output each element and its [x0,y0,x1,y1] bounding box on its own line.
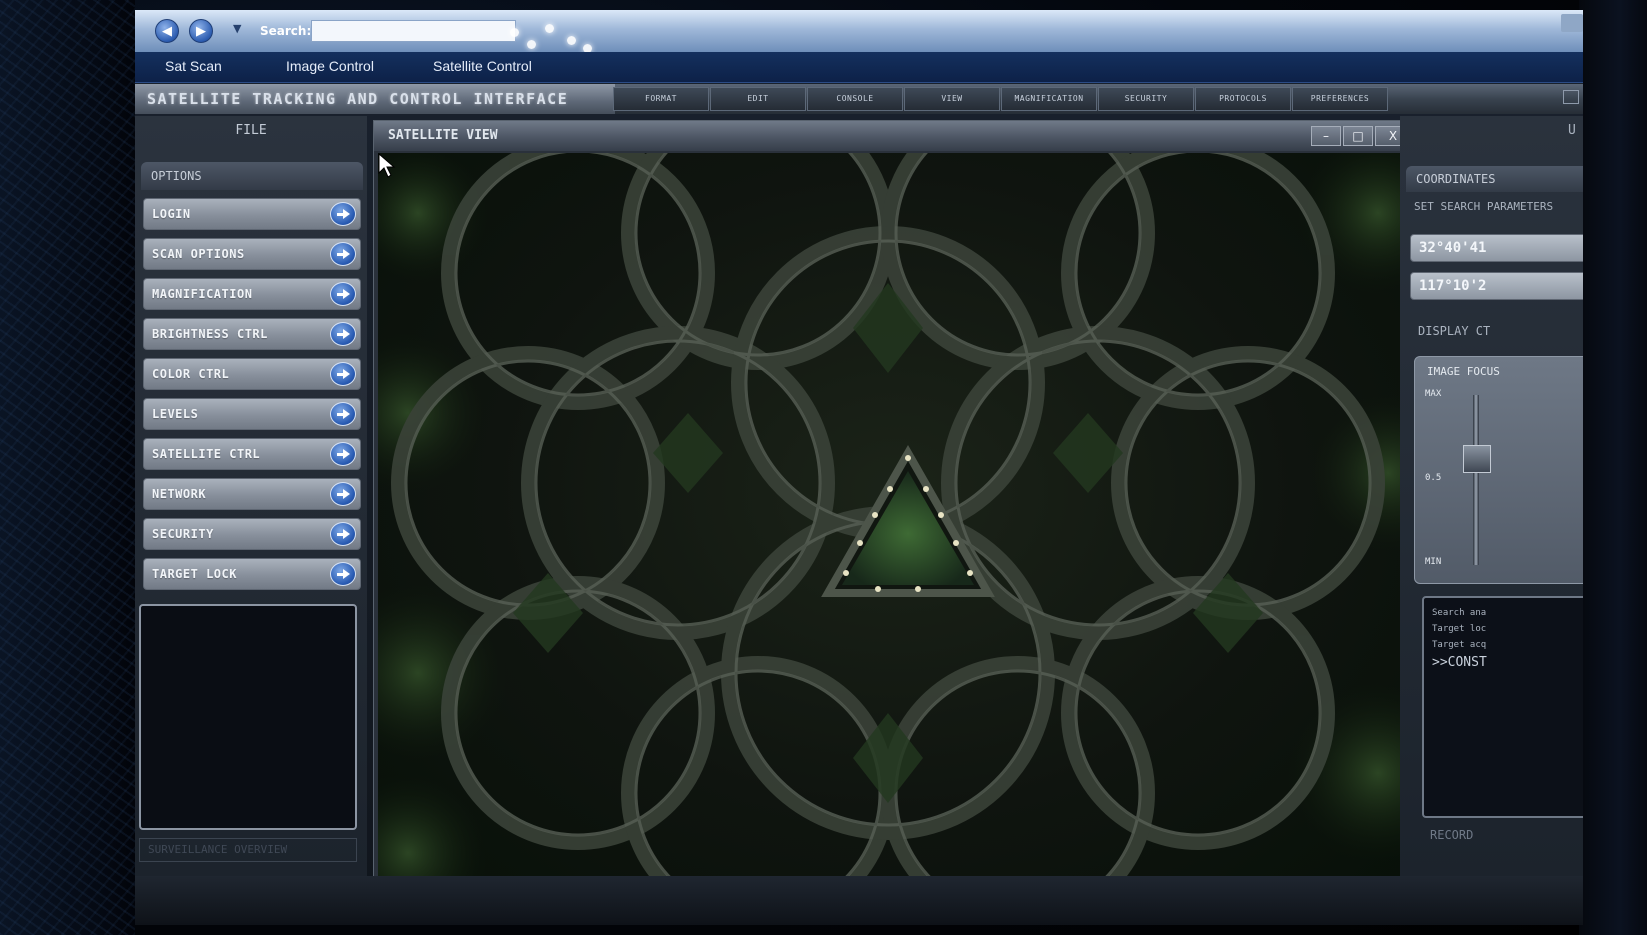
record-button[interactable]: RECORD [1430,828,1473,842]
glare-highlight [545,24,554,33]
bottom-bar [135,876,1583,925]
arrow-right-icon [330,242,356,266]
satellite-ctrl-button[interactable]: SATELLITE CTRL [143,438,361,470]
button-label: COLOR CTRL [152,367,230,381]
arrow-right-icon [330,202,356,226]
arrow-right-icon [330,522,356,546]
search-input[interactable] [311,20,516,42]
app-menu: FORMAT EDIT CONSOLE VIEW MAGNIFICATION S… [613,87,1389,111]
log-line: Target acq [1432,640,1487,650]
button-label: SECURITY [152,527,214,541]
menu-protocols[interactable]: PROTOCOLS [1195,87,1291,111]
menu-security[interactable]: SECURITY [1098,87,1194,111]
minimize-button[interactable]: – [1311,126,1341,146]
magnification-button[interactable]: MAGNIFICATION [143,278,361,310]
log-prompt: >>CONST [1432,655,1487,670]
restore-icon[interactable] [1563,90,1579,104]
arrow-right-icon [330,402,356,426]
history-dropdown-icon[interactable]: ▼ [233,22,241,35]
app-title: SATELLITE TRACKING AND CONTROL INTERFACE [135,84,615,114]
menu-preferences[interactable]: PREFERENCES [1292,87,1388,111]
glare-highlight [510,28,519,37]
button-label: TARGET LOCK [152,567,237,581]
right-panel: U COORDINATES SET SEARCH PARAMETERS 32°4… [1400,116,1583,876]
login-button[interactable]: LOGIN [143,198,361,230]
menu-magnification[interactable]: MAGNIFICATION [1001,87,1097,111]
celtic-maze-image [378,153,1413,905]
satellite-view-title: SATELLITE VIEW [374,121,1417,151]
menu-edit[interactable]: EDIT [710,87,806,111]
scan-options-button[interactable]: SCAN OPTIONS [143,238,361,270]
satellite-imagery[interactable] [378,153,1413,905]
options-header: OPTIONS [141,162,363,190]
latitude-field[interactable]: 32°40'41 [1410,234,1583,262]
button-label: LOGIN [152,207,191,221]
arrow-right-icon [330,482,356,506]
window-close-corner[interactable] [1561,14,1583,32]
mouse-pointer-icon [378,153,396,178]
longitude-field[interactable]: 117°10'2 [1410,272,1583,300]
coordinates-header: COORDINATES [1406,166,1583,192]
brightness-ctrl-button[interactable]: BRIGHTNESS CTRL [143,318,361,350]
right-panel-top-label: U [1568,123,1576,138]
levels-button[interactable]: LEVELS [143,398,361,430]
left-panel: FILE OPTIONS LOGIN SCAN OPTIONS MAGNIFIC… [135,116,367,876]
arrow-right-icon [330,362,356,386]
button-label: MAGNIFICATION [152,287,253,301]
slider-min-label: MIN [1425,557,1442,567]
tab-sat-scan[interactable]: Sat Scan [165,58,222,74]
arrow-right-icon [330,322,356,346]
slider-mid-label: 0.5 [1425,473,1442,483]
security-button[interactable]: SECURITY [143,518,361,550]
menu-format[interactable]: FORMAT [613,87,709,111]
arrow-right-icon [330,442,356,466]
arrow-right-icon [330,562,356,586]
focus-slider-handle[interactable] [1463,444,1491,473]
button-label: NETWORK [152,487,207,501]
color-ctrl-button[interactable]: COLOR CTRL [143,358,361,390]
top-menu-bar: Sat Scan Image Control Satellite Control [135,52,1583,83]
glare-highlight [527,40,536,49]
forward-icon[interactable]: ▶ [189,19,213,43]
monitor-screen: ◀ ▶ ▼ Search: Sat Scan Image Control Sat… [135,10,1583,925]
browser-toolbar: ◀ ▶ ▼ Search: [135,10,1583,53]
target-lock-button[interactable]: TARGET LOCK [143,558,361,590]
back-icon[interactable]: ◀ [155,19,179,43]
search-label: Search: [260,24,312,38]
button-label: SATELLITE CTRL [152,447,261,461]
search-params-label: SET SEARCH PARAMETERS [1414,200,1554,213]
tab-image-control[interactable]: Image Control [286,58,374,74]
button-label: SCAN OPTIONS [152,247,245,261]
glare-highlight [567,36,576,45]
network-button[interactable]: NETWORK [143,478,361,510]
focus-slider-track[interactable] [1473,395,1479,565]
image-focus-label: IMAGE FOCUS [1427,365,1500,378]
file-menu-label[interactable]: FILE [141,120,361,142]
status-log: Search ana Target loc Target acq >>CONST [1422,596,1583,818]
slider-max-label: MAX [1425,389,1442,399]
monitor-bezel-right [1579,0,1647,935]
overview-preview [139,604,357,830]
app-title-strip: SATELLITE TRACKING AND CONTROL INTERFACE… [135,84,1583,114]
satellite-view-window: SATELLITE VIEW – □ X [373,120,1418,910]
display-ctrl-label: DISPLAY CT [1418,324,1491,338]
button-label: BRIGHTNESS CTRL [152,327,268,341]
overview-label: SURVEILLANCE OVERVIEW [139,838,357,862]
image-focus-panel: IMAGE FOCUS MAX 0.5 MIN [1414,356,1583,584]
button-label: LEVELS [152,407,199,421]
arrow-right-icon [330,282,356,306]
menu-console[interactable]: CONSOLE [807,87,903,111]
maximize-button[interactable]: □ [1343,126,1373,146]
tab-satellite-control[interactable]: Satellite Control [433,58,532,74]
menu-view[interactable]: VIEW [904,87,1000,111]
monitor-bezel-left [0,0,135,935]
log-line: Target loc [1432,624,1487,634]
log-line: Search ana [1432,608,1487,618]
